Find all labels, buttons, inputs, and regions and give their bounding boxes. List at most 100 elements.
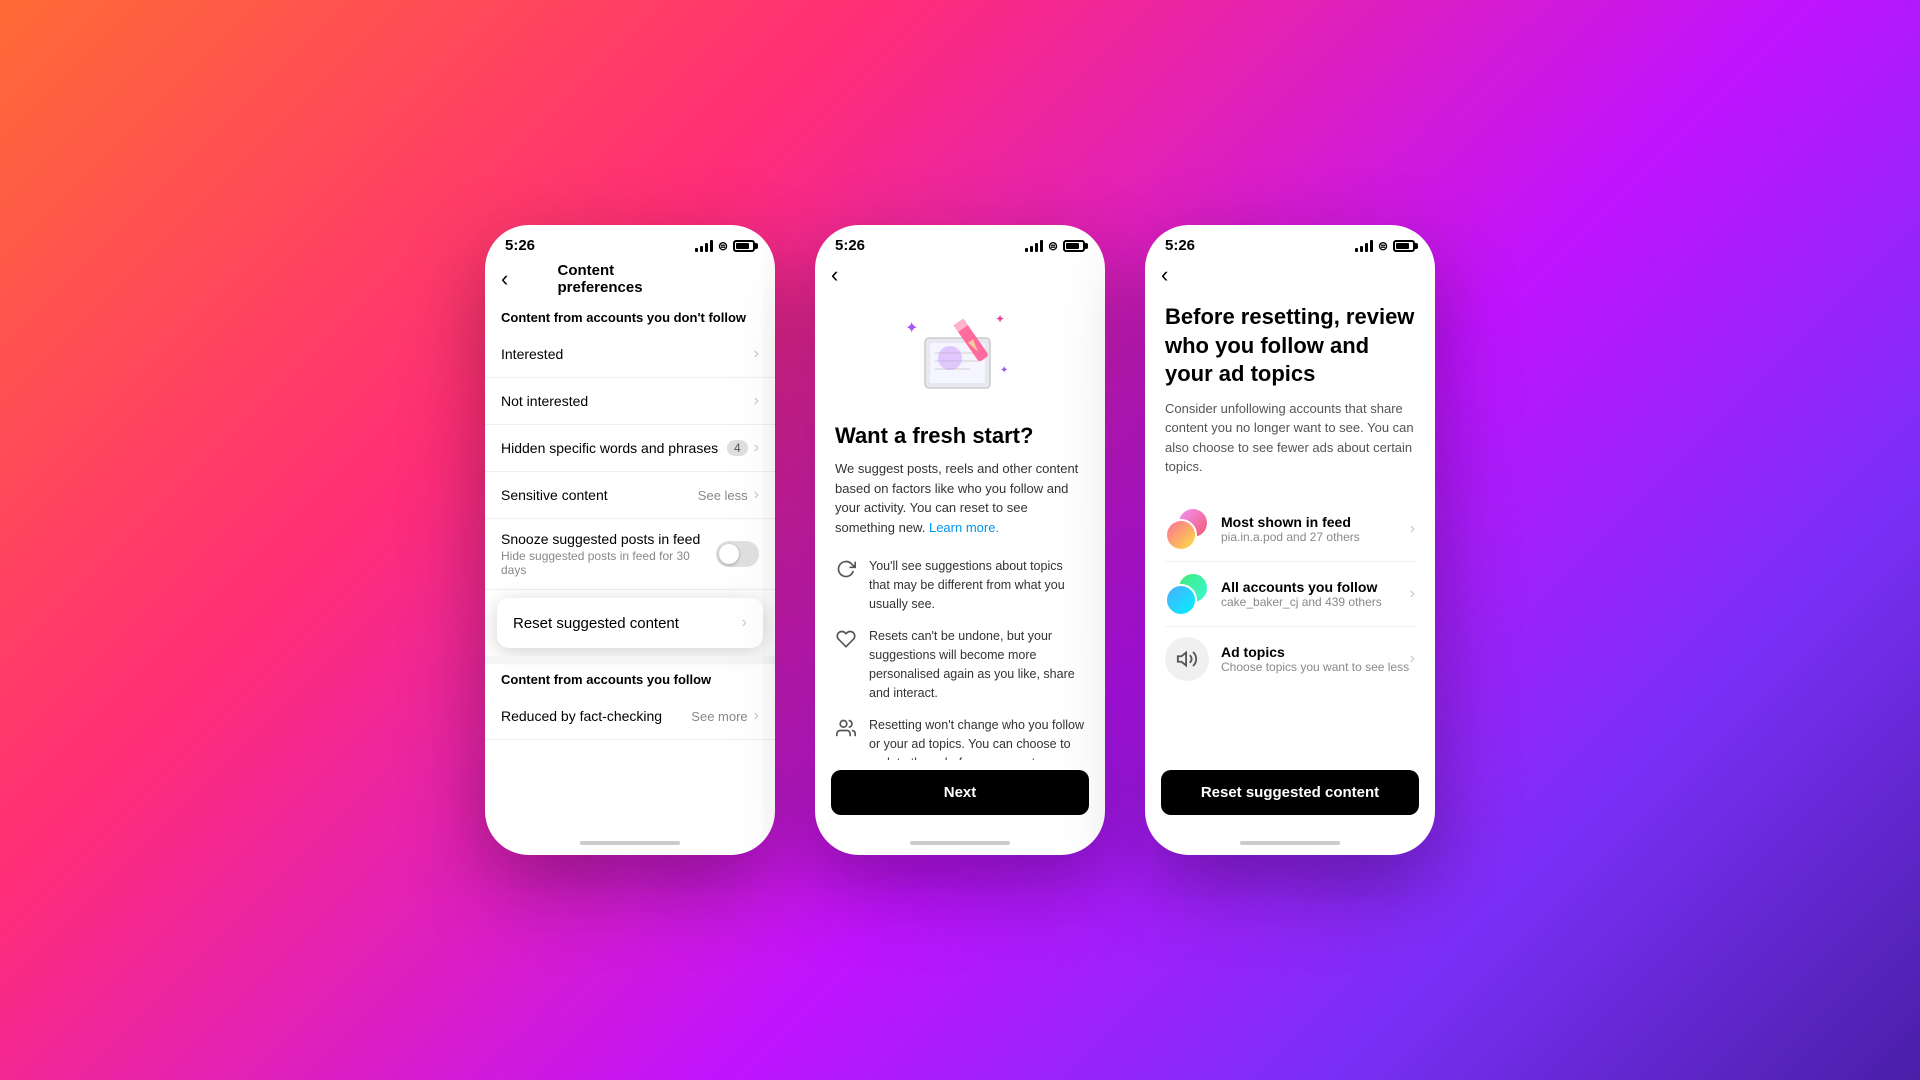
info-item-1: You'll see suggestions about topics that… (835, 557, 1085, 613)
refresh-icon (835, 558, 857, 580)
ad-topic-item[interactable]: Ad topics Choose topics you want to see … (1165, 627, 1415, 691)
wifi-icon-1: ⊜ (718, 239, 728, 253)
menu-item-not-interested[interactable]: Not interested › (485, 378, 775, 425)
chevron-icon-all-follow: › (1410, 585, 1415, 603)
account-info-all-follow: All accounts you follow cake_baker_cj an… (1221, 579, 1410, 609)
reset-popup-item[interactable]: Reset suggested content › (497, 598, 763, 648)
info-item-2: Resets can't be undone, but your suggest… (835, 627, 1085, 702)
account-item-all-follow[interactable]: All accounts you follow cake_baker_cj an… (1165, 562, 1415, 627)
info-item-3: Resetting won't change who you follow or… (835, 716, 1085, 760)
battery-icon-3 (1393, 240, 1415, 252)
heart-icon (835, 628, 857, 650)
avatar-front-2 (1165, 584, 1197, 616)
signal-icon-1 (695, 240, 713, 252)
ad-topics-name: Ad topics (1221, 644, 1410, 660)
status-time-3: 5:26 (1165, 237, 1195, 254)
signal-icon-3 (1355, 240, 1373, 252)
avatar-stack-most-shown (1165, 507, 1209, 551)
info-text-1: You'll see suggestions about topics that… (869, 557, 1085, 613)
screen-1: ‹ Content preferences Content from accou… (485, 260, 775, 831)
chevron-icon-ad-topics: › (1410, 650, 1415, 668)
menu-item-interested[interactable]: Interested › (485, 331, 775, 378)
sensitive-badge: See less (698, 488, 748, 503)
fresh-start-title: Want a fresh start? (835, 423, 1085, 449)
avatar-front-1 (1165, 519, 1197, 551)
reset-popup: Reset suggested content › (497, 598, 763, 648)
snooze-item: Snooze suggested posts in feed Hide sugg… (485, 519, 775, 590)
info-text-2: Resets can't be undone, but your suggest… (869, 627, 1085, 702)
account-info-most-shown: Most shown in feed pia.in.a.pod and 27 o… (1221, 514, 1410, 544)
account-item-most-shown[interactable]: Most shown in feed pia.in.a.pod and 27 o… (1165, 497, 1415, 562)
review-content: Before resetting, review who you follow … (1145, 287, 1435, 760)
person-icon (835, 717, 857, 739)
back-button-3[interactable]: ‹ (1161, 264, 1168, 286)
review-desc: Consider unfollowing accounts that share… (1165, 399, 1415, 477)
ad-topics-sub: Choose topics you want to see less (1221, 660, 1410, 674)
snooze-top: Snooze suggested posts in feed Hide sugg… (501, 531, 759, 577)
snooze-toggle[interactable] (716, 541, 759, 567)
wifi-icon-2: ⊜ (1048, 239, 1058, 253)
snooze-title: Snooze suggested posts in feed (501, 531, 716, 547)
menu-item-interested-label: Interested (501, 346, 563, 362)
menu-item-fact-check-right: See more › (691, 707, 759, 725)
section-label-1: Content from accounts you don't follow (485, 302, 775, 331)
avatar-stack-all-follow (1165, 572, 1209, 616)
chevron-icon-not-interested: › (754, 392, 759, 410)
home-bar-1 (580, 841, 680, 845)
ad-topics-info: Ad topics Choose topics you want to see … (1221, 644, 1410, 674)
account-sub-all-follow: cake_baker_cj and 439 others (1221, 595, 1410, 609)
home-indicator-2 (815, 831, 1105, 855)
menu-item-hidden-words[interactable]: Hidden specific words and phrases 4 › (485, 425, 775, 472)
account-name-most-shown: Most shown in feed (1221, 514, 1410, 530)
home-indicator-3 (1145, 831, 1435, 855)
reset-button[interactable]: Reset suggested content (1161, 770, 1419, 815)
next-button[interactable]: Next (831, 770, 1089, 815)
status-icons-1: ⊜ (695, 239, 755, 253)
chevron-icon-hidden-words: › (754, 439, 759, 457)
chevron-icon-fact-check: › (754, 707, 759, 725)
menu-item-sensitive-label: Sensitive content (501, 487, 608, 503)
section-label-2: Content from accounts you follow (485, 664, 775, 693)
header-1: ‹ Content preferences (485, 260, 775, 302)
info-list: You'll see suggestions about topics that… (835, 557, 1085, 760)
chevron-icon-most-shown: › (1410, 520, 1415, 538)
status-bar-1: 5:26 ⊜ (485, 225, 775, 260)
back-button-1[interactable]: ‹ (501, 268, 508, 290)
hidden-words-badge: 4 (727, 440, 748, 456)
info-text-3: Resetting won't change who you follow or… (869, 716, 1085, 760)
page-title-1: Content preferences (558, 262, 703, 296)
menu-item-fact-check[interactable]: Reduced by fact-checking See more › (485, 693, 775, 740)
fresh-content: ✦ ✦ ✦ Want a fresh start? We suggest pos… (815, 287, 1105, 760)
menu-item-hidden-words-right: 4 › (727, 439, 759, 457)
status-bar-2: 5:26 ⊜ (815, 225, 1105, 260)
fresh-start-illustration: ✦ ✦ ✦ (895, 303, 1025, 403)
snooze-desc: Hide suggested posts in feed for 30 days (501, 549, 716, 577)
back-button-2[interactable]: ‹ (831, 264, 838, 286)
battery-icon-2 (1063, 240, 1085, 252)
battery-icon-1 (733, 240, 755, 252)
status-icons-3: ⊜ (1355, 239, 1415, 253)
signal-icon-2 (1025, 240, 1043, 252)
svg-text:✦: ✦ (995, 312, 1005, 326)
menu-item-sensitive[interactable]: Sensitive content See less › (485, 472, 775, 519)
ad-topics-icon (1165, 637, 1209, 681)
chevron-icon-sensitive: › (754, 486, 759, 504)
chevron-icon-interested: › (754, 345, 759, 363)
account-name-all-follow: All accounts you follow (1221, 579, 1410, 595)
illustration: ✦ ✦ ✦ (835, 303, 1085, 403)
phone-3: 5:26 ⊜ ‹ Before resetting, review who yo… (1145, 225, 1435, 855)
section-divider (485, 656, 775, 664)
menu-item-fact-check-label: Reduced by fact-checking (501, 708, 662, 724)
status-bar-3: 5:26 ⊜ (1145, 225, 1435, 260)
home-bar-3 (1240, 841, 1340, 845)
fresh-start-desc: We suggest posts, reels and other conten… (835, 459, 1085, 537)
phone-2: 5:26 ⊜ ‹ (815, 225, 1105, 855)
svg-text:✦: ✦ (1000, 365, 1008, 376)
status-time-1: 5:26 (505, 237, 535, 254)
menu-item-not-interested-label: Not interested (501, 393, 588, 409)
learn-more-link[interactable]: Learn more. (929, 520, 999, 535)
home-bar-2 (910, 841, 1010, 845)
reset-popup-chevron: › (742, 614, 747, 632)
menu-item-hidden-words-label: Hidden specific words and phrases (501, 440, 718, 456)
reset-popup-label: Reset suggested content (513, 615, 679, 632)
